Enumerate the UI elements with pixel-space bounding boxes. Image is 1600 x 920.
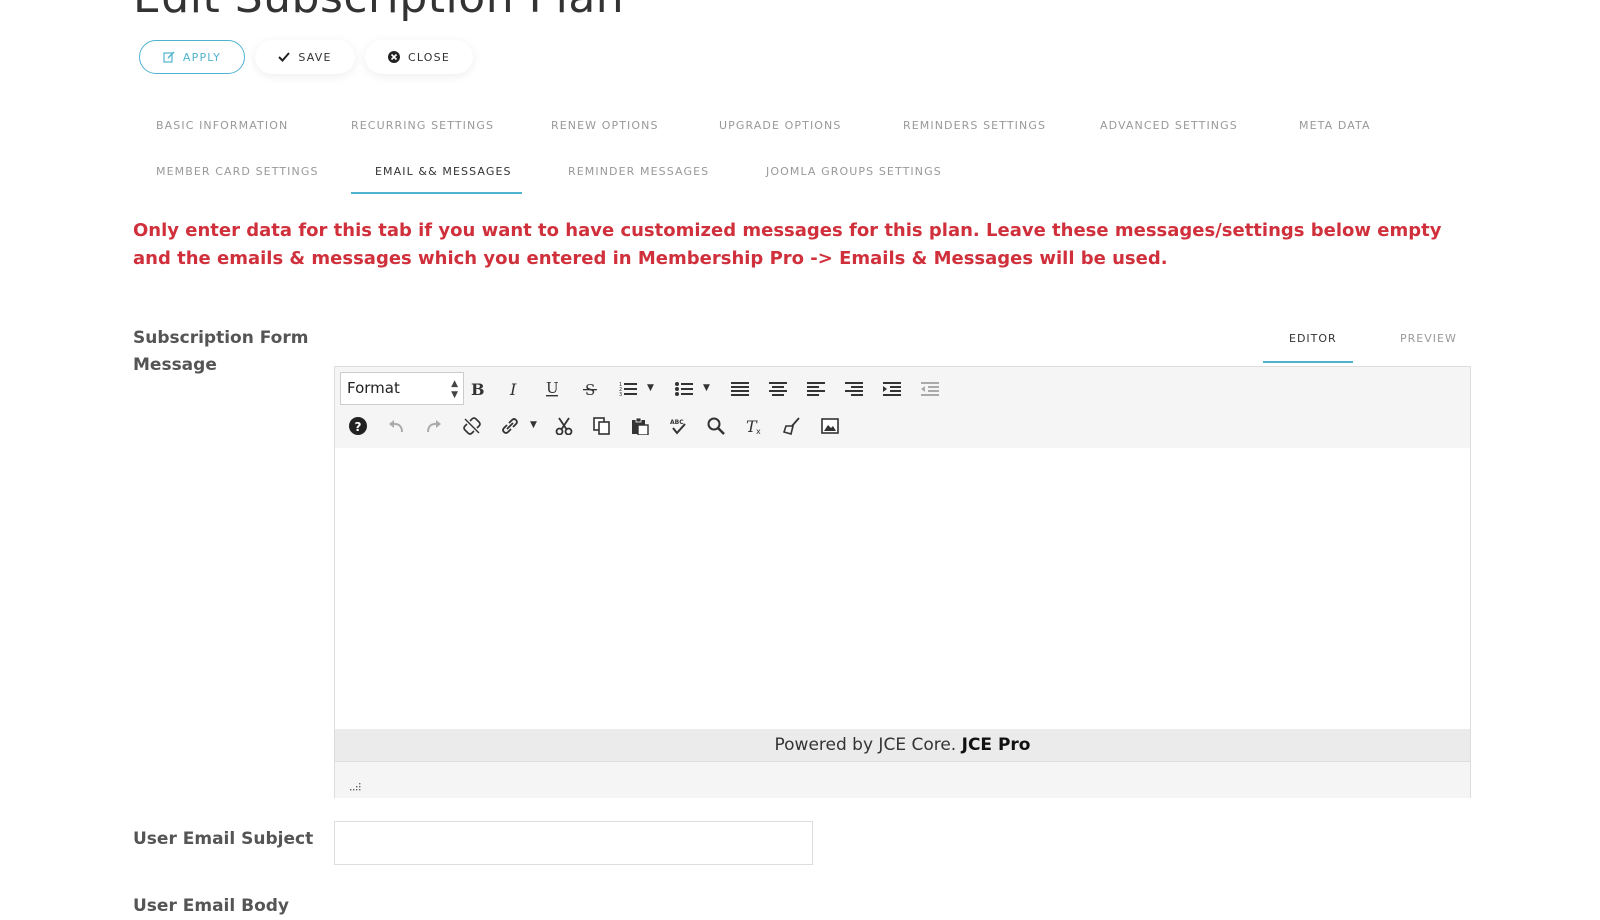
tab-basic-information[interactable]: BASIC INFORMATION [156, 119, 288, 132]
close-label: CLOSE [407, 50, 450, 64]
tab-renew-options[interactable]: RENEW OPTIONS [551, 119, 659, 132]
tab-email-messages[interactable]: EMAIL && MESSAGES [375, 165, 512, 178]
undo-icon[interactable] [383, 413, 409, 439]
label-line-2: Message [133, 355, 217, 375]
search-icon[interactable] [703, 413, 729, 439]
editor-content-area[interactable] [335, 448, 1470, 729]
apply-button[interactable]: APPLY [139, 40, 245, 74]
underline-icon[interactable]: U [539, 376, 565, 402]
link-caret-icon[interactable]: ▼ [530, 420, 537, 430]
help-icon[interactable]: ? [345, 413, 371, 439]
cleanup-broom-icon[interactable] [779, 413, 805, 439]
italic-icon[interactable]: I [501, 376, 527, 402]
save-button[interactable]: SAVE [255, 40, 355, 74]
tab-reminders-settings[interactable]: REMINDERS SETTINGS [903, 119, 1046, 132]
subscription-form-message-label: Subscription Form Message [133, 325, 308, 379]
align-justify-icon[interactable] [727, 376, 753, 402]
paste-icon[interactable] [627, 413, 653, 439]
tab-member-card-settings[interactable]: MEMBER CARD SETTINGS [156, 165, 319, 178]
resize-handle-icon[interactable] [349, 778, 361, 791]
format-select[interactable]: Format ▲ ▼ [340, 372, 464, 405]
bullet-list-icon[interactable] [671, 376, 697, 402]
tab-joomla-groups-settings[interactable]: JOOMLA GROUPS SETTINGS [766, 165, 942, 178]
notice-message: Only enter data for this tab if you want… [133, 220, 1442, 269]
align-center-icon[interactable] [765, 376, 791, 402]
close-circle-icon [387, 51, 400, 63]
active-tab-indicator [351, 192, 522, 194]
close-button[interactable]: CLOSE [365, 40, 473, 74]
powered-by-text: Powered by JCE Core. [774, 735, 957, 755]
unlink-icon[interactable] [459, 413, 485, 439]
jce-pro-link[interactable]: JCE Pro [962, 735, 1031, 755]
link-icon[interactable] [497, 413, 523, 439]
clear-formatting-icon[interactable]: Tx [741, 413, 767, 439]
tab-advanced-settings[interactable]: ADVANCED SETTINGS [1100, 119, 1238, 132]
select-arrows-icon: ▲ ▼ [451, 379, 458, 400]
editor-tab-indicator [1263, 361, 1353, 363]
tab-meta-data[interactable]: META DATA [1299, 119, 1371, 132]
svg-text:I: I [509, 381, 517, 397]
rich-text-editor: Format ▲▼ B I U S 123 ▼ ▼ [334, 366, 1471, 798]
bullet-list-caret-icon[interactable]: ▼ [703, 383, 710, 393]
tab-upgrade-options[interactable]: UPGRADE OPTIONS [719, 119, 841, 132]
save-label: SAVE [298, 50, 332, 64]
svg-text:3: 3 [619, 392, 622, 397]
bold-icon[interactable]: B [463, 376, 489, 402]
svg-text:U: U [546, 380, 559, 397]
tab-reminder-messages[interactable]: REMINDER MESSAGES [568, 165, 709, 178]
editor-toolbar: Format ▲▼ B I U S 123 ▼ ▼ [335, 367, 1470, 449]
user-email-subject-input[interactable] [334, 821, 813, 865]
indent-icon[interactable] [879, 376, 905, 402]
outdent-icon[interactable] [917, 376, 943, 402]
numbered-list-caret-icon[interactable]: ▼ [647, 383, 654, 393]
image-icon[interactable] [817, 413, 843, 439]
spellcheck-icon[interactable]: ABC [665, 413, 691, 439]
user-email-body-label: User Email Body [133, 896, 290, 916]
preview-tab[interactable]: PREVIEW [1400, 332, 1457, 345]
format-select-value: Format [347, 379, 400, 397]
align-right-icon[interactable] [841, 376, 867, 402]
svg-text:B: B [471, 381, 484, 397]
numbered-list-icon[interactable]: 123 [615, 376, 641, 402]
action-toolbar: APPLY SAVE CLOSE [139, 40, 473, 74]
svg-text:x: x [756, 427, 761, 435]
tab-recurring-settings[interactable]: RECURRING SETTINGS [351, 119, 494, 132]
strikethrough-icon[interactable]: S [577, 376, 603, 402]
copy-icon[interactable] [589, 413, 615, 439]
page-title: Edit Subscription Plan [133, 0, 624, 23]
svg-text:ABC: ABC [670, 419, 684, 426]
label-line-1: Subscription Form [133, 328, 309, 348]
apply-label: APPLY [182, 50, 222, 64]
editor-tab[interactable]: EDITOR [1289, 332, 1337, 345]
editor-powered-by: Powered by JCE Core. JCE Pro [335, 729, 1470, 762]
editor-statusbar [335, 762, 1470, 798]
cut-icon[interactable] [551, 413, 577, 439]
align-left-icon[interactable] [803, 376, 829, 402]
edit-icon [163, 51, 175, 63]
redo-icon[interactable] [421, 413, 447, 439]
svg-text:?: ? [355, 420, 362, 434]
user-email-subject-label: User Email Subject [133, 829, 314, 849]
check-icon [278, 52, 291, 62]
